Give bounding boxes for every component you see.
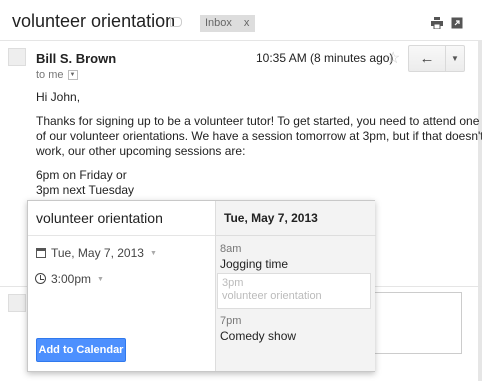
reply-button[interactable]: ← [408, 45, 446, 72]
sender-avatar [8, 48, 26, 66]
agenda-date: Tue, May 7, 2013 [224, 211, 318, 225]
label-tag-icon[interactable] [170, 17, 182, 27]
body-paragraph-line: Thanks for signing up to be a volunteer … [36, 114, 480, 128]
event-title[interactable]: volunteer orientation [36, 210, 163, 226]
remove-label-icon[interactable]: x [244, 17, 250, 32]
event-date-value: Tue, May 7, 2013 [51, 246, 144, 260]
agenda-new-event-preview: 3pm volunteer orientation [217, 273, 371, 309]
agenda-event-time: 8am [220, 243, 242, 255]
inbox-label-text: Inbox [205, 17, 232, 29]
event-time-field[interactable]: 3:00pm ▼ [51, 272, 104, 286]
chevron-down-icon: ▼ [451, 54, 459, 63]
body-session-line[interactable]: 6pm on Friday or [36, 168, 127, 182]
chevron-down-icon: ▼ [97, 275, 104, 283]
agenda-event-time: 7pm [220, 315, 242, 327]
my-avatar [8, 294, 26, 312]
agenda-event-time: 3pm [222, 277, 244, 289]
recipient-line: to me ▼ [36, 69, 78, 81]
message-time: 10:35 AM (8 minutes ago) [256, 51, 394, 65]
body-greeting: Hi John, [36, 90, 81, 104]
inbox-label-chip[interactable]: Inbox x [200, 15, 256, 32]
popup-divider [28, 235, 215, 236]
reply-box[interactable] [372, 292, 462, 354]
clock-icon [35, 273, 46, 284]
new-window-icon[interactable] [451, 17, 463, 29]
event-time-value: 3:00pm [51, 272, 92, 286]
email-subject: volunteer orientation [12, 11, 176, 31]
agenda-event[interactable]: 7pm Comedy show [216, 311, 376, 347]
body-paragraph-line: of our volunteer orientations. We have a… [36, 129, 482, 143]
sender-name[interactable]: Bill S. Brown [36, 51, 116, 66]
details-dropdown-icon[interactable]: ▼ [67, 70, 78, 80]
reply-arrow-icon: ← [419, 50, 435, 67]
event-details-panel: volunteer orientation Tue, May 7, 2013 ▼… [28, 201, 215, 371]
add-to-calendar-button[interactable]: Add to Calendar [36, 338, 126, 362]
body-paragraph-line: work, our other upcoming sessions are: [36, 144, 246, 158]
header-divider [0, 40, 482, 41]
agenda-event[interactable]: 8am Jogging time [216, 239, 376, 275]
day-agenda-panel: Tue, May 7, 2013 8am Jogging time 3pm vo… [215, 201, 376, 371]
scrollbar[interactable] [478, 40, 482, 381]
star-icon[interactable]: ☆ [386, 48, 400, 68]
agenda-event-title: Jogging time [220, 257, 289, 271]
more-actions-button[interactable]: ▼ [445, 45, 465, 72]
agenda-divider [216, 235, 376, 236]
calendar-event-popup: volunteer orientation Tue, May 7, 2013 ▼… [27, 200, 376, 372]
event-date-field[interactable]: Tue, May 7, 2013 ▼ [51, 246, 157, 260]
body-session-line[interactable]: 3pm next Tuesday [36, 183, 134, 197]
print-icon[interactable] [431, 17, 443, 29]
agenda-event-title: Comedy show [220, 329, 297, 343]
agenda-event-title: volunteer orientation [222, 290, 322, 302]
chevron-down-icon: ▼ [149, 249, 157, 257]
calendar-icon [36, 248, 46, 258]
recipient-text: to me [36, 69, 64, 81]
